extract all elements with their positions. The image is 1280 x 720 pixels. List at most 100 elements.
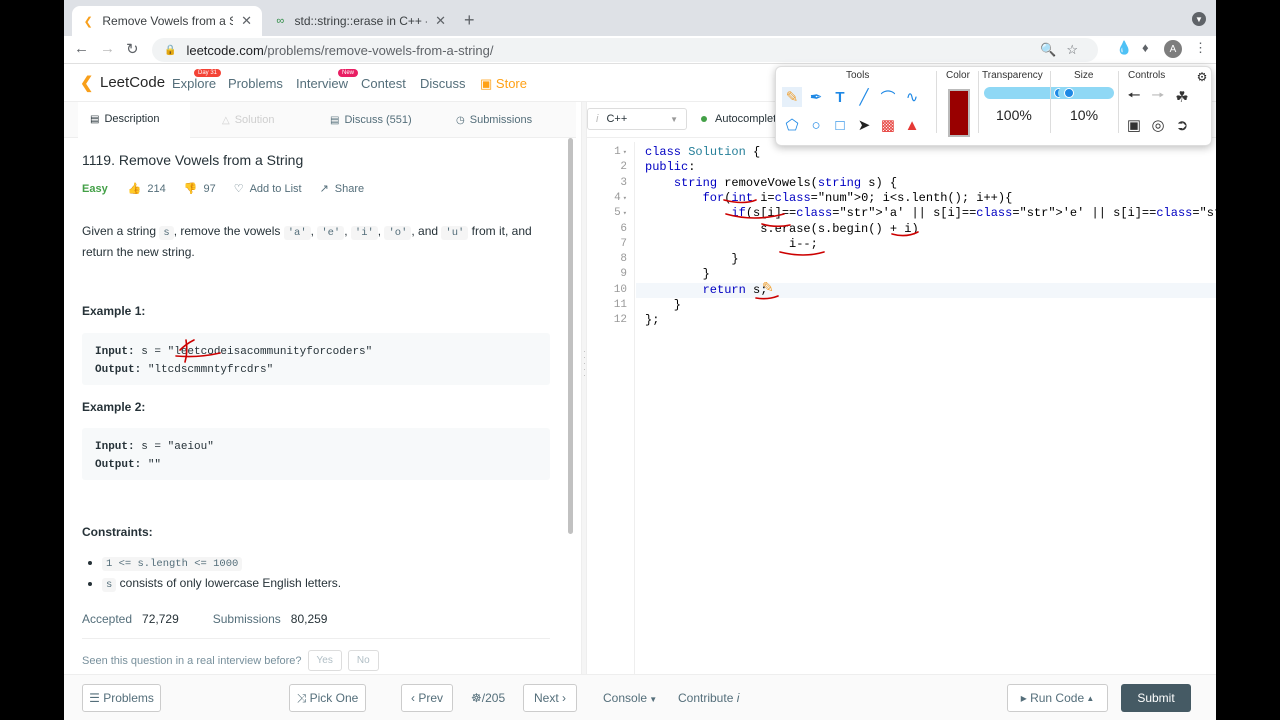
- problems-list-button[interactable]: ☰ Problems: [82, 684, 161, 712]
- day-badge: Day 31: [194, 69, 222, 77]
- line-number: 1 ▾: [614, 146, 627, 158]
- line-gutter: 1 ▾ 2 3 4 ▾ 5 ▾ 6 7 8 9 10 11 12: [587, 142, 635, 674]
- undo-arrow-icon[interactable]: 🠔: [1124, 87, 1144, 107]
- problem-description: Given a string s, remove the vowels 'a',…: [82, 224, 532, 259]
- list-icon: ☰: [89, 691, 104, 705]
- annotation-toolbar: Tools Color Transparency Size Controls ⚙…: [775, 66, 1212, 146]
- settings-gear-icon[interactable]: ⚙: [1192, 67, 1212, 87]
- line-icon[interactable]: ╱: [854, 87, 874, 107]
- bookmark-star-icon[interactable]: ☆: [1066, 42, 1078, 58]
- extension-drop-icon[interactable]: 💧: [1116, 40, 1132, 56]
- controls-label: Controls: [1128, 70, 1166, 81]
- browser-menu-icon[interactable]: ⋮: [1194, 40, 1207, 56]
- lock-icon: 🔒: [164, 44, 177, 56]
- code-line: string removeVowels(string s) {: [673, 175, 898, 190]
- nav-interview[interactable]: Interview New: [296, 69, 359, 91]
- share-button[interactable]: ↗ Share: [319, 182, 365, 196]
- example1-heading: Example 1:: [82, 304, 146, 318]
- clock-icon: ◷: [456, 114, 465, 126]
- address-bar[interactable]: 🔒 leetcode.com/problems/remove-vowels-fr…: [152, 38, 1098, 62]
- circle-icon[interactable]: ○: [806, 115, 826, 135]
- close-tab-icon[interactable]: ✕: [241, 13, 252, 29]
- submit-button[interactable]: Submit: [1121, 684, 1191, 712]
- play-icon: ▸: [1020, 691, 1031, 705]
- line-number: 12: [613, 314, 627, 327]
- color-swatch[interactable]: [948, 89, 970, 137]
- transparency-label: Transparency: [982, 70, 1043, 81]
- code-line: }: [645, 267, 710, 282]
- fold-arrow-icon[interactable]: ▾: [623, 195, 627, 203]
- console-button[interactable]: Console ▼: [603, 691, 657, 705]
- language-select[interactable]: i C++ ▼: [587, 108, 687, 130]
- prev-button[interactable]: ‹ Prev: [401, 684, 453, 712]
- text-icon[interactable]: T: [830, 87, 850, 107]
- line-number: 2: [620, 161, 627, 174]
- dislike-button[interactable]: 👎 97: [184, 182, 216, 196]
- add-to-list-button[interactable]: ♡ Add to List: [234, 182, 302, 196]
- nav-explore[interactable]: Explore Day 31: [172, 69, 222, 91]
- pick-one-button[interactable]: ⤨ Pick One: [289, 684, 366, 712]
- tab-strip: ❮ Remove Vowels from a String - ✕ ∞ std:…: [64, 0, 1216, 36]
- tab-leetcode[interactable]: ❮ Remove Vowels from a String - ✕: [72, 6, 262, 36]
- nav-contest[interactable]: Contest: [361, 76, 406, 91]
- tab-solution[interactable]: △ Solution: [222, 102, 274, 138]
- reload-icon[interactable]: ↻: [126, 40, 139, 58]
- screenshot-icon[interactable]: ▣: [1124, 115, 1144, 135]
- leetcode-favicon-icon: ❮: [83, 15, 93, 28]
- code-editor[interactable]: class Solution {public: string removeVow…: [645, 142, 1216, 674]
- exit-icon[interactable]: ➲: [1172, 115, 1192, 135]
- tab-description[interactable]: ▤ Description: [78, 102, 190, 138]
- back-icon[interactable]: ←: [74, 40, 89, 57]
- fill-bucket-icon[interactable]: ▲: [902, 115, 922, 135]
- forward-icon[interactable]: →: [100, 40, 115, 57]
- contribute-button[interactable]: Contribute i: [678, 691, 739, 705]
- polygon-icon[interactable]: ⬠: [782, 115, 802, 135]
- pen-icon[interactable]: ✎: [782, 87, 802, 107]
- tab-discuss[interactable]: ▤ Discuss (551): [330, 102, 412, 138]
- difficulty-badge: Easy: [82, 182, 108, 195]
- extensions-puzzle-icon[interactable]: ♦: [1142, 40, 1149, 55]
- divider: [82, 638, 550, 639]
- shuffle-icon: ⤨: [296, 690, 310, 705]
- tab-title: std::string::erase in C++ - Geeks: [294, 14, 428, 28]
- code-line: if(s[i]==class="str">'a' || s[i]==class=…: [731, 206, 1216, 221]
- curve-icon[interactable]: ⌒: [878, 87, 898, 107]
- nav-store[interactable]: ▣ Store: [480, 76, 527, 92]
- highlighter-icon[interactable]: ✒: [806, 87, 826, 107]
- redo-arrow-icon[interactable]: 🠖: [1148, 87, 1168, 107]
- constraint-item: 1 <= s.length <= 1000: [102, 553, 341, 574]
- close-tab-icon[interactable]: ✕: [435, 13, 446, 29]
- tab-geeksforgeeks[interactable]: ∞ std::string::erase in C++ - Geeks ✕: [264, 6, 456, 36]
- size-knob[interactable]: [1064, 88, 1075, 98]
- freehand-icon[interactable]: ∿: [902, 87, 922, 107]
- no-button[interactable]: No: [347, 650, 379, 671]
- nav-discuss[interactable]: Discuss: [420, 76, 466, 91]
- transparency-slider[interactable]: [984, 87, 1068, 99]
- code-line: };: [645, 313, 660, 328]
- size-slider[interactable]: [1058, 87, 1114, 99]
- clear-broom-icon[interactable]: ☘: [1172, 87, 1192, 107]
- hide-eye-icon[interactable]: ◎: [1148, 115, 1168, 135]
- leetcode-logo[interactable]: ❮ LeetCode: [80, 73, 165, 93]
- run-code-button[interactable]: ▸ Run Code ▲: [1007, 684, 1108, 712]
- cursor-icon[interactable]: ➤: [854, 115, 874, 135]
- autocomplete-toggle[interactable]: Autocomplet: [701, 113, 776, 125]
- share-icon: ↗: [319, 183, 329, 195]
- eraser-icon[interactable]: ▩: [878, 115, 898, 135]
- new-tab-icon[interactable]: +: [464, 10, 475, 31]
- nav-problems[interactable]: Problems: [228, 76, 283, 91]
- fold-arrow-icon[interactable]: ▾: [623, 149, 627, 157]
- like-button[interactable]: 👍 214: [128, 182, 166, 196]
- profile-avatar[interactable]: A: [1164, 40, 1182, 58]
- description-scrollbar[interactable]: [568, 138, 573, 534]
- fold-arrow-icon[interactable]: ▾: [623, 210, 627, 218]
- yes-button[interactable]: Yes: [307, 650, 342, 671]
- tab-search-icon[interactable]: ▼: [1192, 12, 1206, 26]
- transparency-value: 100%: [996, 107, 1032, 123]
- rectangle-icon[interactable]: □: [830, 115, 850, 135]
- next-button[interactable]: Next ›: [523, 684, 577, 712]
- line-number: 11: [613, 299, 627, 311]
- zoom-icon[interactable]: 🔍: [1040, 42, 1056, 58]
- tab-submissions[interactable]: ◷ Submissions: [456, 102, 532, 138]
- line-number: 3: [620, 176, 627, 189]
